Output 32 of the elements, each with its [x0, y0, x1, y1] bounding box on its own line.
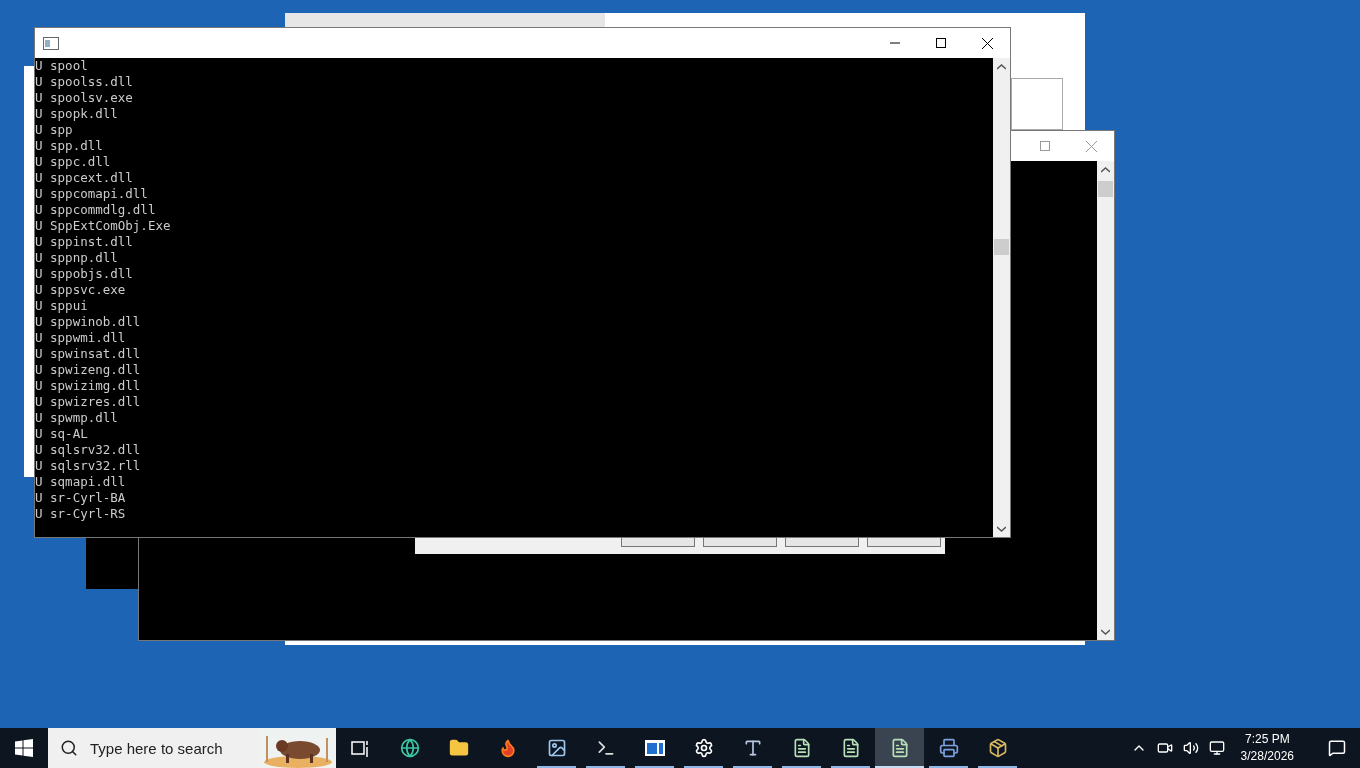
console-line: U spoolss.dll [35, 74, 134, 90]
console-line: U sppcommdlg.dll [35, 202, 157, 218]
console-line: U spwizres.dll [35, 394, 142, 410]
console-line: U sqmapi.dll [35, 474, 127, 490]
console-line: U sppui [35, 298, 89, 314]
console-line: U spp [35, 122, 74, 138]
console-line: U spp.dll [35, 138, 104, 154]
console-line: U sppobjs.dll [35, 266, 134, 282]
console-line: U sppinst.dll [35, 234, 134, 250]
console-line: U sqlsrv32.dll [35, 442, 142, 458]
console-line: U sppnp.dll [35, 250, 119, 266]
console-line: U sppc.dll [35, 154, 112, 170]
console-line: U sppsvc.exe [35, 282, 127, 298]
console-line: U spool [35, 58, 89, 74]
console-line: U sppcext.dll [35, 170, 134, 186]
clock[interactable]: 7:25 PM 3/28/2026 [1240, 731, 1294, 765]
console-line: U sq-AL [35, 426, 89, 442]
console-line: U sppwinob.dll [35, 314, 142, 330]
console-line: U SppExtComObj.Exe [35, 218, 172, 234]
console-line: U sqlsrv32.rll [35, 458, 142, 474]
console-line: U spoolsv.exe [35, 90, 134, 106]
console-line: U spopk.dll [35, 106, 119, 122]
console-line: U sr-Cyrl-BA [35, 490, 127, 506]
clock-date: 3/28/2026 [1240, 748, 1294, 765]
console-line: U spwinsat.dll [35, 346, 142, 362]
console-line: U sppwmi.dll [35, 330, 127, 346]
console-line: U spwizeng.dll [35, 362, 142, 378]
console-line: U sr-Cyrl-RS [35, 506, 127, 522]
clock-time: 7:25 PM [1244, 731, 1290, 748]
console-line: U spwizimg.dll [35, 378, 142, 394]
console-line: U spwmp.dll [35, 410, 119, 426]
console-line: U sppcomapi.dll [35, 186, 149, 202]
